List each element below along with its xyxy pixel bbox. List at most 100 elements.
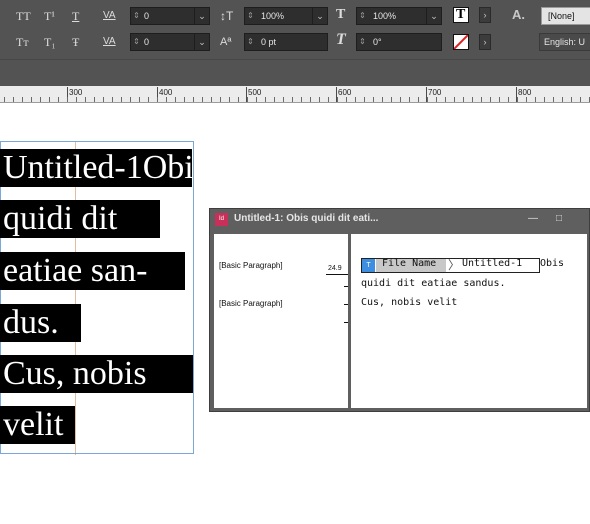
ruler-minor-tick — [220, 97, 221, 102]
vertical-scale-icon: ↕T — [220, 9, 234, 23]
none-slash-icon — [454, 35, 468, 49]
text-variable-icon: T — [362, 259, 375, 272]
skew-field[interactable]: ⇕ 0° — [356, 33, 442, 51]
maximize-icon[interactable]: □ — [550, 212, 568, 226]
skew-stepper-icon[interactable]: ⇕ — [358, 36, 367, 48]
variable-arrow-icon: 〉 — [448, 258, 461, 272]
horizontal-scale-value: 100% — [373, 11, 397, 21]
ruler-minor-tick — [418, 97, 419, 102]
paragraph-style-label: [Basic Paragraph] — [219, 299, 283, 308]
minimize-icon[interactable]: — — [524, 212, 542, 226]
ruler-minor-tick — [112, 97, 113, 102]
tracking-dropdown-icon[interactable]: ⌄ — [194, 33, 210, 51]
ruler-label: 700 — [428, 88, 442, 97]
selected-text-line[interactable]: Cus, nobis — [0, 355, 193, 393]
baseline-shift-stepper-icon[interactable]: ⇕ — [246, 36, 255, 48]
kerning-dropdown-icon[interactable]: ⌄ — [194, 7, 210, 25]
language-field[interactable]: English: U — [539, 33, 590, 51]
baseline-shift-icon: Aª — [220, 36, 232, 48]
character-style-field[interactable]: [None] — [541, 7, 590, 25]
baseline-shift-value: 0 pt — [261, 37, 277, 47]
ruler-minor-tick — [211, 97, 212, 102]
vertical-scale-dropdown-icon[interactable]: ⌄ — [312, 7, 328, 25]
ruler-label: 800 — [518, 88, 532, 97]
ruler-minor-tick — [562, 97, 563, 102]
ruler-label: 300 — [69, 88, 83, 97]
ruler-minor-tick — [139, 97, 140, 102]
story-line[interactable]: Obis — [540, 258, 564, 269]
horizontal-scale-stepper-icon[interactable]: ⇕ — [358, 10, 367, 22]
ruler-minor-tick — [157, 97, 158, 102]
ruler-label: 500 — [248, 88, 262, 97]
story-editor-titlebar[interactable]: Id Untitled-1: Obis quidi dit eati... — … — [210, 209, 589, 230]
selected-text-line[interactable]: quidi dit — [0, 200, 160, 238]
ruler-minor-tick — [247, 97, 248, 102]
ruler-minor-tick — [517, 97, 518, 102]
ruler-minor-tick — [472, 97, 473, 102]
story-line[interactable]: quidi dit eatiae sandus. — [361, 278, 506, 289]
story-editor-window[interactable]: Id Untitled-1: Obis quidi dit eati... — … — [209, 208, 590, 412]
ruler-minor-tick — [22, 97, 23, 102]
selected-text-line[interactable]: dus. — [0, 304, 81, 342]
text-variable-label[interactable]: File Name — [382, 258, 436, 269]
ruler-minor-tick — [103, 97, 104, 102]
ruler-minor-tick — [202, 97, 203, 102]
fill-swatch-menu-icon[interactable]: › — [479, 7, 491, 23]
ruler-minor-tick — [310, 97, 311, 102]
tracking-icon: VA — [103, 36, 116, 47]
depth-ruler-tick — [344, 286, 348, 287]
selected-text-line[interactable]: Untitled-1Obis — [0, 149, 192, 187]
vertical-scale-stepper-icon[interactable]: ⇕ — [246, 10, 255, 22]
selected-text-line[interactable]: eatiae san- — [0, 252, 185, 290]
ruler-minor-tick — [427, 97, 428, 102]
story-editor-body: [Basic Paragraph] 24.9 [Basic Paragraph]… — [214, 234, 587, 408]
vertical-scale-value: 100% — [261, 11, 285, 21]
subscript-button[interactable]: T₁ — [44, 35, 56, 49]
superscript-button[interactable]: T¹ — [44, 9, 55, 23]
ruler-minor-tick — [499, 97, 500, 102]
text-fill-swatch[interactable]: T — [453, 7, 469, 23]
horizontal-ruler[interactable]: 300 400 500 600 700 800 — [0, 86, 590, 103]
small-caps-button[interactable]: Tт — [16, 35, 29, 49]
depth-ruler-line — [326, 274, 348, 275]
ruler-minor-tick — [364, 97, 365, 102]
horizontal-scale-icon: T — [336, 7, 346, 22]
ruler-minor-tick — [4, 97, 5, 102]
all-caps-button[interactable]: TT — [16, 9, 31, 23]
kerning-stepper-icon[interactable]: ⇕ — [132, 10, 141, 22]
stroke-swatch-menu-icon[interactable]: › — [479, 34, 491, 50]
strikethrough-button[interactable]: Ŧ — [72, 35, 79, 49]
ruler-minor-tick — [67, 97, 68, 102]
ruler-minor-tick — [436, 97, 437, 102]
ruler-minor-tick — [256, 97, 257, 102]
story-line[interactable]: Cus, nobis velit — [361, 297, 457, 308]
depth-ruler-value: 24.9 — [328, 265, 342, 272]
indesign-doc-icon: Id — [215, 213, 228, 226]
ruler-minor-tick — [373, 97, 374, 102]
underline-button[interactable]: T — [72, 9, 79, 23]
ruler-minor-tick — [328, 97, 329, 102]
ruler-minor-tick — [391, 97, 392, 102]
ruler-minor-tick — [121, 97, 122, 102]
ruler-minor-tick — [274, 97, 275, 102]
tracking-stepper-icon[interactable]: ⇕ — [132, 36, 141, 48]
ruler-minor-tick — [526, 97, 527, 102]
ruler-minor-tick — [175, 97, 176, 102]
style-column: [Basic Paragraph] 24.9 [Basic Paragraph] — [214, 234, 351, 408]
ruler-minor-tick — [553, 97, 554, 102]
kerning-value: 0 — [144, 11, 150, 21]
stroke-none-swatch[interactable] — [453, 34, 469, 50]
ruler-minor-tick — [490, 97, 491, 102]
story-text-area[interactable]: T File Name 〉 Untitled-1 Obis quidi dit … — [354, 234, 587, 408]
ruler-minor-tick — [166, 97, 167, 102]
ruler-minor-tick — [85, 97, 86, 102]
ruler-minor-tick — [580, 97, 581, 102]
horizontal-scale-dropdown-icon[interactable]: ⌄ — [426, 7, 442, 25]
character-style-icon: A. — [512, 7, 525, 22]
ruler-minor-tick — [463, 97, 464, 102]
selected-text-line[interactable]: velit — [0, 406, 75, 444]
ruler-label: 600 — [338, 88, 352, 97]
skew-value: 0° — [373, 37, 382, 47]
ruler-minor-tick — [49, 97, 50, 102]
baseline-shift-field[interactable]: ⇕ 0 pt — [244, 33, 328, 51]
